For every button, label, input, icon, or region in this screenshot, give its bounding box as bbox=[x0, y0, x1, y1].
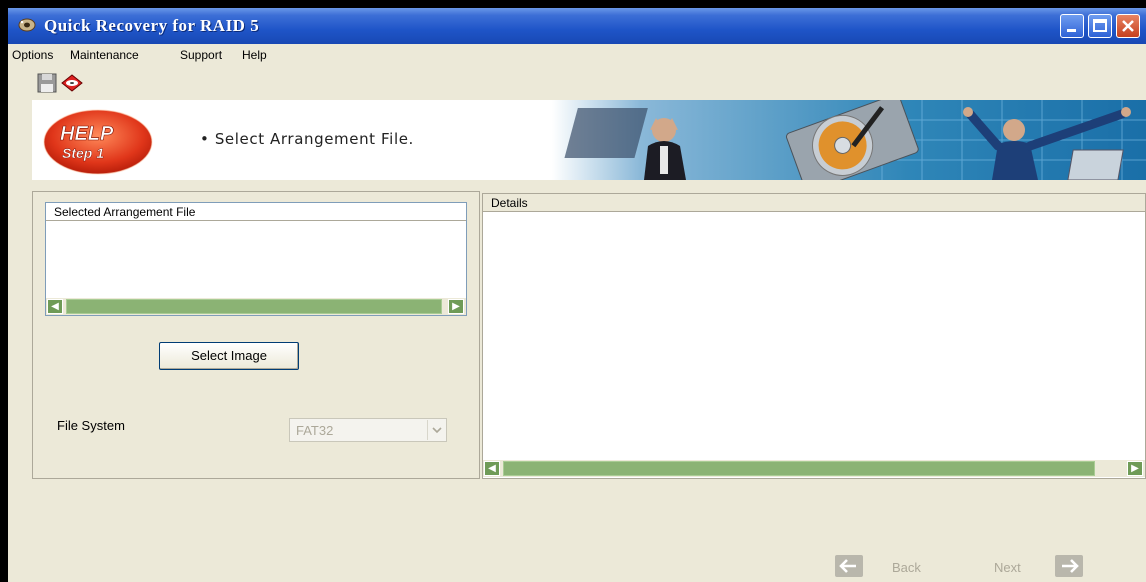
help-label: HELP bbox=[60, 123, 114, 145]
minimize-icon bbox=[1067, 29, 1076, 32]
help-step-badge: HELP Step 1 bbox=[43, 109, 153, 175]
next-arrow-icon[interactable] bbox=[1054, 554, 1084, 578]
file-system-value: FAT32 bbox=[296, 423, 334, 438]
scroll-thumb[interactable] bbox=[66, 299, 442, 314]
menu-bar: Options Maintenance Support Help bbox=[8, 44, 1146, 66]
scroll-right-icon[interactable]: ▶ bbox=[448, 299, 464, 314]
scroll-left-icon[interactable]: ◀ bbox=[484, 461, 500, 476]
menu-options[interactable]: Options bbox=[12, 48, 53, 62]
app-icon bbox=[18, 18, 36, 32]
minimize-button[interactable] bbox=[1060, 14, 1084, 38]
maximize-button[interactable] bbox=[1088, 14, 1112, 38]
scroll-thumb[interactable] bbox=[503, 461, 1095, 476]
toolbar bbox=[36, 70, 156, 96]
menu-help[interactable]: Help bbox=[242, 48, 267, 62]
next-button[interactable]: Next bbox=[994, 560, 1021, 575]
back-button[interactable]: Back bbox=[892, 560, 921, 575]
header-banner: HELP Step 1 • Select Arrangement File. bbox=[32, 100, 1146, 180]
recovery-icon[interactable] bbox=[60, 72, 84, 94]
window-title: Quick Recovery for RAID 5 bbox=[44, 16, 260, 35]
close-icon bbox=[1122, 20, 1134, 32]
list-horizontal-scrollbar[interactable]: ◀ ▶ bbox=[46, 298, 466, 315]
details-horizontal-scrollbar[interactable]: ◀ ▶ bbox=[483, 460, 1145, 477]
select-image-button[interactable]: Select Image bbox=[159, 342, 299, 370]
menu-support[interactable]: Support bbox=[180, 48, 222, 62]
details-panel: Details ◀ ▶ bbox=[482, 193, 1146, 479]
menu-maintenance[interactable]: Maintenance bbox=[70, 48, 139, 62]
title-bar[interactable]: Quick Recovery for RAID 5 bbox=[8, 8, 1146, 44]
banner-illustration bbox=[552, 100, 1146, 180]
back-arrow-icon[interactable] bbox=[834, 554, 864, 578]
list-column-header[interactable]: Selected Arrangement File bbox=[46, 203, 466, 221]
scroll-right-icon[interactable]: ▶ bbox=[1127, 461, 1143, 476]
dropdown-arrow-icon[interactable] bbox=[427, 420, 445, 440]
step-instruction: • Select Arrangement File. bbox=[200, 130, 414, 148]
arrangement-file-list[interactable]: Selected Arrangement File ◀ ▶ bbox=[45, 202, 467, 316]
file-system-label: File System bbox=[57, 418, 125, 433]
save-icon[interactable] bbox=[36, 72, 60, 94]
step-label: Step 1 bbox=[62, 145, 104, 161]
arrangement-panel: Selected Arrangement File ◀ ▶ Select Ima… bbox=[32, 191, 480, 479]
scroll-left-icon[interactable]: ◀ bbox=[47, 299, 63, 314]
details-header: Details bbox=[483, 194, 1145, 212]
close-button[interactable] bbox=[1116, 14, 1140, 38]
file-system-select[interactable]: FAT32 bbox=[289, 418, 447, 442]
maximize-icon bbox=[1093, 19, 1107, 32]
app-window: Quick Recovery for RAID 5 Options Mainte… bbox=[8, 8, 1146, 582]
